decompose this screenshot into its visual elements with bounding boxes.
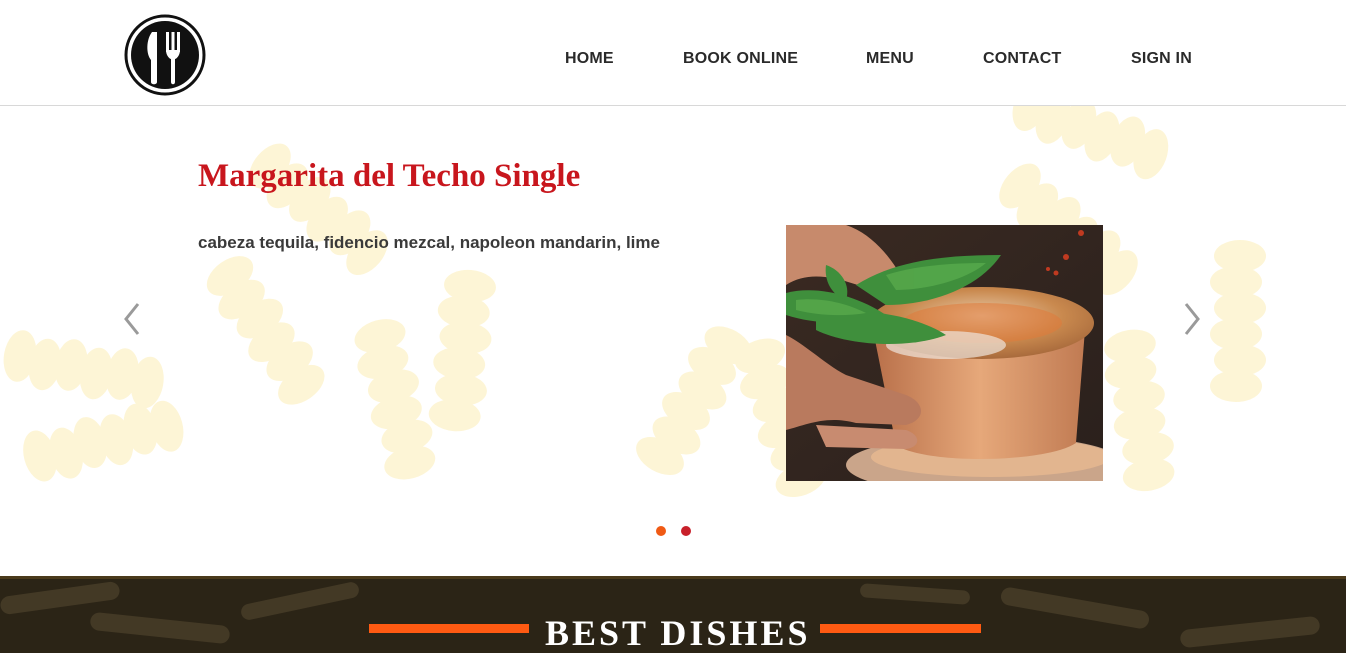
drink-photo <box>786 225 1126 495</box>
nav-contact[interactable]: CONTACT <box>983 50 1061 68</box>
nav-sign-in[interactable]: SIGN IN <box>1131 50 1192 68</box>
slider-prev-button[interactable] <box>120 300 144 338</box>
drink-image <box>786 225 1126 495</box>
slider-dot-2[interactable] <box>681 526 691 536</box>
site-header: HOME BOOK ONLINE MENU CONTACT SIGN IN <box>0 0 1346 106</box>
slide-title: Margarita del Techo Single <box>198 158 581 194</box>
nav-book-online[interactable]: BOOK ONLINE <box>683 50 798 68</box>
slider-indicators <box>656 526 696 536</box>
hero-slider: Margarita del Techo Single cabeza tequil… <box>0 106 1346 576</box>
title-rule-left <box>369 624 529 633</box>
nav-home[interactable]: HOME <box>565 50 614 68</box>
slider-next-button[interactable] <box>1180 300 1204 338</box>
section-title: BEST DISHES <box>545 613 811 653</box>
slide-description: cabeza tequila, fidencio mezcal, napoleo… <box>198 233 660 252</box>
main-nav: HOME BOOK ONLINE MENU CONTACT SIGN IN <box>0 50 1346 70</box>
title-rule-right <box>820 624 981 633</box>
chevron-left-icon <box>124 303 140 335</box>
slider-dot-1[interactable] <box>656 526 666 536</box>
best-dishes-section: BEST DISHES <box>0 576 1346 653</box>
chevron-right-icon <box>1184 303 1200 335</box>
nav-menu[interactable]: MENU <box>866 50 914 68</box>
